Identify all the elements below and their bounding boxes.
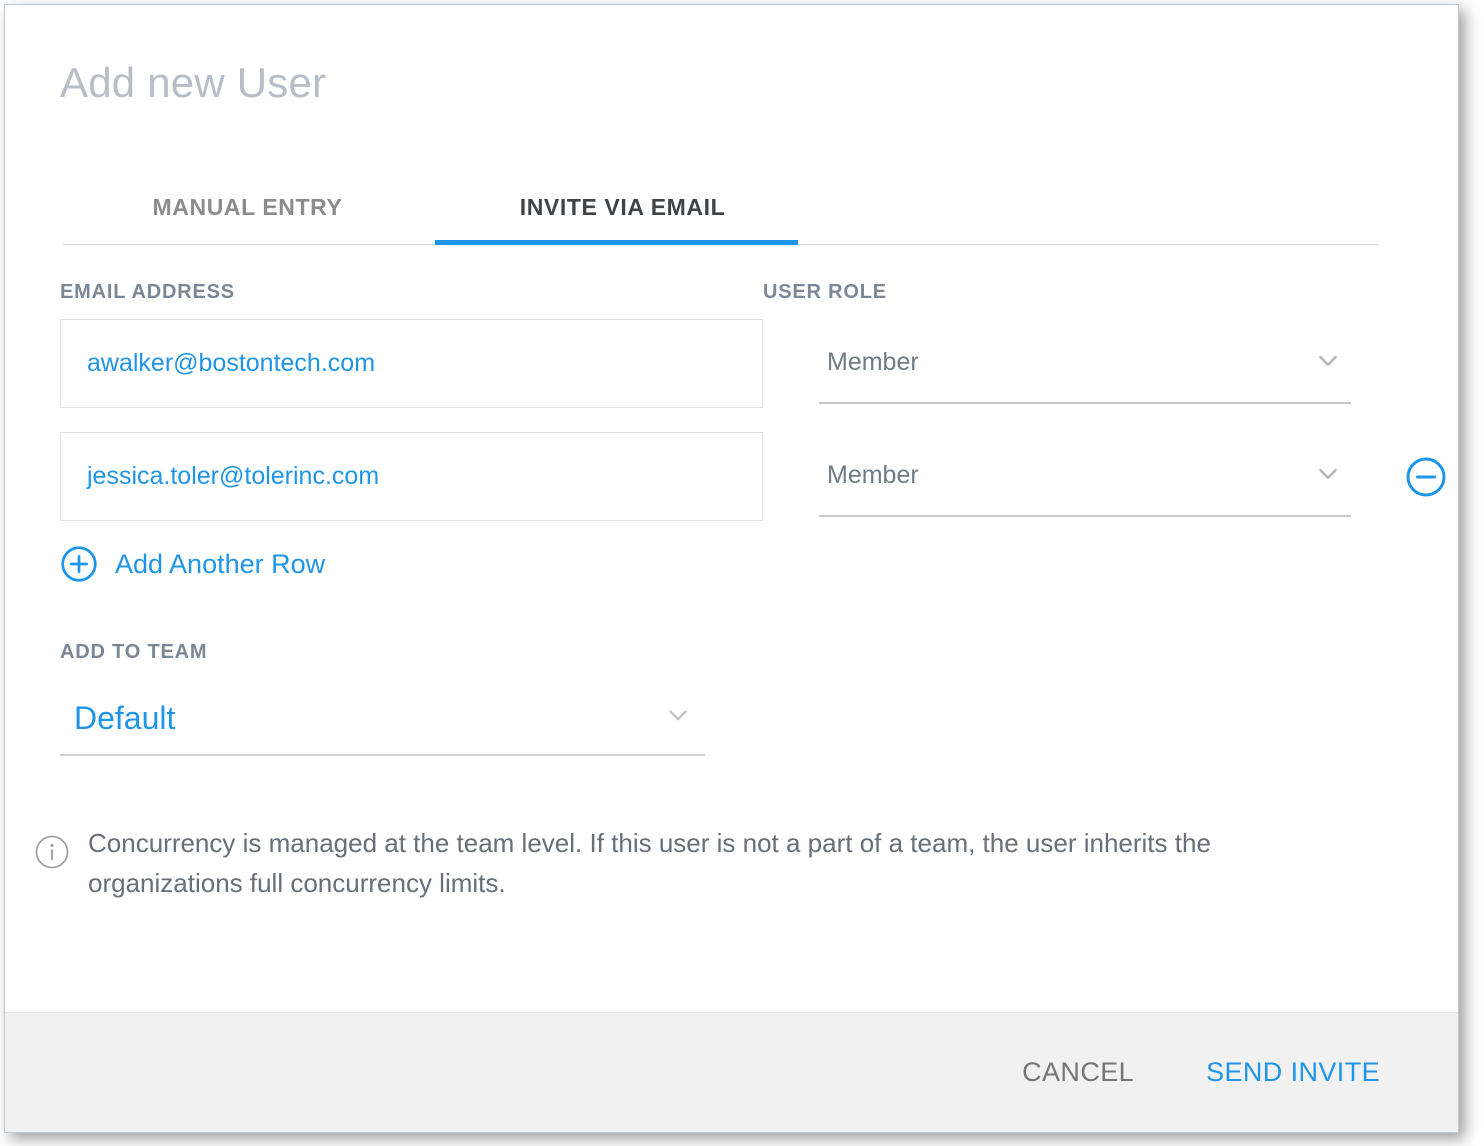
email-address-column-label: EMAIL ADDRESS [60, 281, 763, 304]
user-role-value: Member [827, 348, 919, 377]
plus-circle-icon [60, 545, 98, 583]
concurrency-note-text: Concurrency is managed at the team level… [88, 824, 1283, 903]
chevron-down-icon [665, 702, 691, 728]
send-invite-button[interactable]: SEND INVITE [1206, 1057, 1380, 1088]
invite-row: awalker@bostontech.com Member [60, 319, 1403, 408]
user-role-column-label: USER ROLE [763, 281, 1403, 304]
tab-bar: MANUAL ENTRY INVITE VIA EMAIL [5, 183, 1458, 245]
chevron-down-icon [1315, 460, 1341, 486]
user-role-select[interactable]: Member [819, 323, 1351, 404]
tab-invite-via-email-label: INVITE VIA EMAIL [520, 194, 726, 220]
chevron-down-icon [1315, 347, 1341, 373]
email-cell: jessica.toler@tolerinc.com [60, 432, 763, 521]
info-circle-icon [34, 834, 70, 870]
cancel-button[interactable]: CANCEL [1022, 1057, 1134, 1088]
user-role-select[interactable]: Member [819, 436, 1351, 517]
dialog-footer: CANCEL SEND INVITE [5, 1012, 1458, 1132]
minus-circle-icon [1405, 456, 1447, 498]
tab-manual-entry-label: MANUAL ENTRY [153, 194, 343, 220]
add-another-row-button[interactable]: Add Another Row [60, 545, 325, 583]
email-cell: awalker@bostontech.com [60, 319, 763, 408]
invite-row: jessica.toler@tolerinc.com Member [60, 432, 1403, 521]
page-title: Add new User [5, 5, 1458, 104]
concurrency-note: Concurrency is managed at the team level… [34, 824, 1403, 903]
remove-row-button[interactable] [1405, 456, 1447, 498]
user-role-value: Member [827, 461, 919, 490]
add-to-team-select[interactable]: Default [60, 682, 705, 756]
role-cell: Member [819, 319, 1351, 404]
remove-cell [1405, 432, 1458, 521]
add-to-team-value: Default [74, 700, 175, 737]
add-to-team-label: ADD TO TEAM [60, 641, 1403, 664]
tab-invite-via-email[interactable]: INVITE VIA EMAIL [435, 194, 810, 245]
remove-cell [1405, 319, 1458, 408]
email-input[interactable]: jessica.toler@tolerinc.com [60, 432, 763, 521]
column-headers: EMAIL ADDRESS USER ROLE [60, 281, 1403, 304]
dialog-body: Add new User MANUAL ENTRY INVITE VIA EMA… [5, 5, 1458, 1012]
email-input[interactable]: awalker@bostontech.com [60, 319, 763, 408]
add-new-user-dialog: Add new User MANUAL ENTRY INVITE VIA EMA… [4, 4, 1459, 1133]
add-another-row-label: Add Another Row [115, 549, 325, 580]
invite-form: EMAIL ADDRESS USER ROLE awalker@bostonte… [5, 281, 1458, 903]
role-cell: Member [819, 432, 1351, 517]
tab-manual-entry[interactable]: MANUAL ENTRY [60, 194, 435, 245]
invite-rows: awalker@bostontech.com Member [60, 319, 1403, 521]
